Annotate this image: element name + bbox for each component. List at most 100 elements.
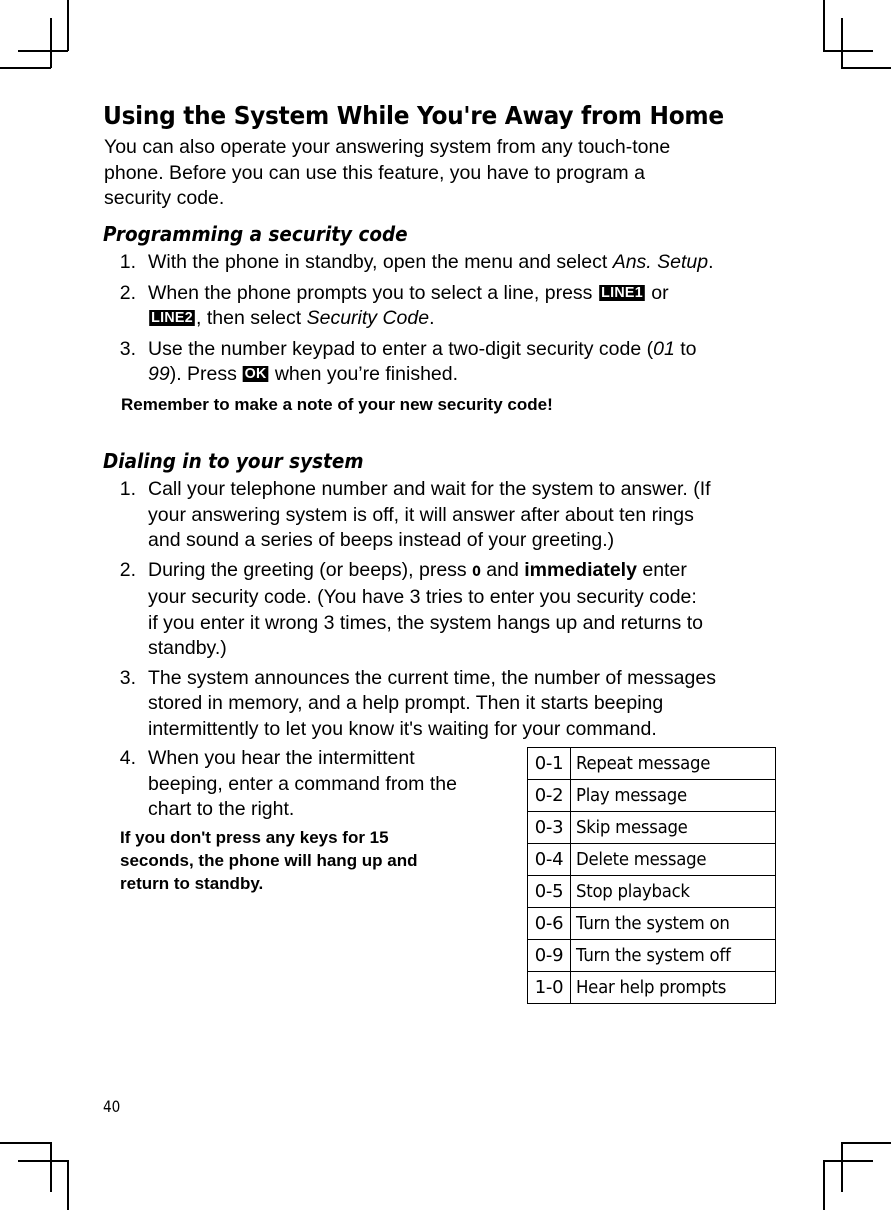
step-number: 3. — [119, 666, 136, 689]
intro-paragraph: You can also operate your answering syst… — [104, 135, 670, 212]
step-text: , then select — [196, 307, 307, 329]
crop-mark-top-right — [823, 0, 825, 51]
command-action: Play message — [576, 785, 687, 806]
crop-mark-bottom-right — [841, 1142, 843, 1192]
step-line: stored in memory, and a help prompt. The… — [148, 692, 664, 714]
command-action-cell: Turn the system on — [570, 907, 776, 940]
crop-mark-top-left — [67, 0, 69, 51]
section-heading-programming: Programming a security code — [103, 222, 408, 246]
crop-mark-bottom-left — [67, 1160, 69, 1210]
step-text: or — [645, 281, 669, 304]
command-row: 0-3 Skip message — [527, 811, 776, 844]
command-row: 0-2 Play message — [527, 779, 776, 812]
intro-line: security code. — [104, 187, 225, 209]
command-action-cell: Play message — [570, 779, 776, 812]
command-action: Delete message — [576, 849, 707, 870]
page-number: 40 — [103, 1097, 121, 1116]
step-number: 4. — [119, 747, 136, 769]
crop-mark-bottom-left — [18, 1160, 68, 1162]
dialing-step: 3. The system announces the current time… — [112, 666, 716, 743]
step-number: 1. — [119, 251, 136, 273]
note-line: seconds, the phone will hang up and — [120, 851, 418, 870]
step-number: 2. — [119, 558, 136, 581]
step-text: . — [429, 307, 435, 329]
command-code: 0-5 — [527, 875, 571, 908]
crop-mark-top-right — [823, 50, 873, 52]
crop-mark-bottom-right — [841, 1142, 891, 1144]
command-action: Turn the system off — [576, 945, 731, 966]
code-range-end: 99 — [148, 363, 170, 385]
code-range-start: 01 — [653, 337, 675, 360]
step-line: if you enter it wrong 3 times, the syste… — [148, 611, 703, 634]
programming-step: 1. With the phone in standby, open the m… — [112, 250, 714, 276]
crop-mark-top-left — [18, 50, 68, 52]
programming-step: 2. When the phone prompts you to select … — [112, 281, 714, 332]
crop-mark-bottom-left — [0, 1142, 51, 1144]
dialing-step: 2. During the greeting (or beeps), press… — [112, 558, 716, 662]
note-line: If you don't press any keys for 15 — [120, 828, 389, 847]
command-code: 1-0 — [527, 971, 571, 1004]
step-line: your answering system is off, it will an… — [148, 503, 694, 526]
section-heading-dialing: Dialing in to your system — [103, 449, 364, 473]
step-line: The system announces the current time, t… — [148, 666, 716, 689]
intro-line: phone. Before you can use this feature, … — [104, 161, 645, 184]
step-text: when you’re finished. — [269, 363, 459, 385]
command-action: Turn the system on — [576, 913, 730, 934]
step-line: standby.) — [148, 637, 227, 659]
step-text: When the phone prompts you to select a l… — [148, 281, 598, 304]
security-code-note: Remember to make a note of your new secu… — [121, 395, 553, 414]
step-line: During the greeting (or beeps), press 0 … — [148, 558, 716, 586]
menu-item-security-code: Security Code — [306, 307, 430, 329]
crop-mark-bottom-left — [50, 1142, 52, 1192]
command-action-cell: Delete message — [570, 843, 776, 876]
command-code: 0-1 — [527, 747, 571, 780]
command-code: 0-4 — [527, 843, 571, 876]
step-text: During the greeting (or beeps), press — [148, 558, 473, 581]
command-action-cell: Turn the system off — [570, 939, 776, 972]
command-row: 0-1 Repeat message — [527, 747, 776, 780]
crop-mark-top-right — [841, 67, 891, 69]
crop-mark-top-right — [841, 18, 843, 68]
command-action: Hear help prompts — [576, 977, 727, 998]
command-row: 1-0 Hear help prompts — [527, 971, 776, 1004]
step-line: Call your telephone number and wait for … — [148, 478, 711, 500]
crop-mark-bottom-right — [823, 1160, 825, 1210]
note-line: return to standby. — [120, 874, 264, 893]
step-text: to — [674, 337, 697, 360]
command-code: 0-9 — [527, 939, 571, 972]
command-row: 0-9 Turn the system off — [527, 939, 776, 972]
dialing-step: 1. Call your telephone number and wait f… — [112, 477, 716, 554]
step-line: your security code. (You have 3 tries to… — [148, 586, 697, 608]
remote-command-table: 0-1 Repeat message 0-2 Play message 0-3 Skip … — [527, 747, 776, 1004]
crop-mark-top-left — [0, 67, 51, 69]
command-code: 0-6 — [527, 907, 571, 940]
line2-key-badge: LINE2 — [149, 309, 195, 326]
step-text: and — [480, 558, 525, 581]
step-text: enter — [636, 558, 687, 581]
command-action: Stop playback — [576, 881, 690, 902]
programming-step: 3. Use the number keypad to enter a two-… — [112, 337, 714, 388]
command-action: Skip message — [576, 817, 688, 838]
step-number: 3. — [119, 337, 136, 360]
ok-key-badge: OK — [242, 365, 269, 382]
line1-key-badge: LINE1 — [599, 283, 645, 301]
command-action-cell: Stop playback — [570, 875, 776, 908]
crop-mark-top-left — [50, 18, 52, 68]
command-row: 0-4 Delete message — [527, 843, 776, 876]
command-row: 0-6 Turn the system on — [527, 907, 776, 940]
step-number: 1. — [119, 478, 136, 500]
step-line: intermittently to let you know it's wait… — [148, 717, 657, 740]
step-text: ). Press — [169, 363, 243, 385]
intro-line: You can also operate your answering syst… — [104, 136, 671, 158]
step-text: . — [708, 251, 714, 273]
command-code: 0-3 — [527, 811, 571, 844]
programming-steps: 1. With the phone in standby, open the m… — [112, 250, 714, 393]
step-number: 2. — [119, 281, 136, 304]
step-line: and sound a series of beeps instead of y… — [148, 529, 615, 551]
command-action-cell: Repeat message — [570, 747, 776, 780]
command-action-cell: Skip message — [570, 811, 776, 844]
emphasis-immediately: immediately — [524, 558, 637, 581]
command-action-cell: Hear help prompts — [570, 971, 776, 1004]
page-title: Using the System While You're Away from … — [103, 101, 724, 130]
step-text: Use the number keypad to enter a two-dig… — [148, 337, 654, 360]
